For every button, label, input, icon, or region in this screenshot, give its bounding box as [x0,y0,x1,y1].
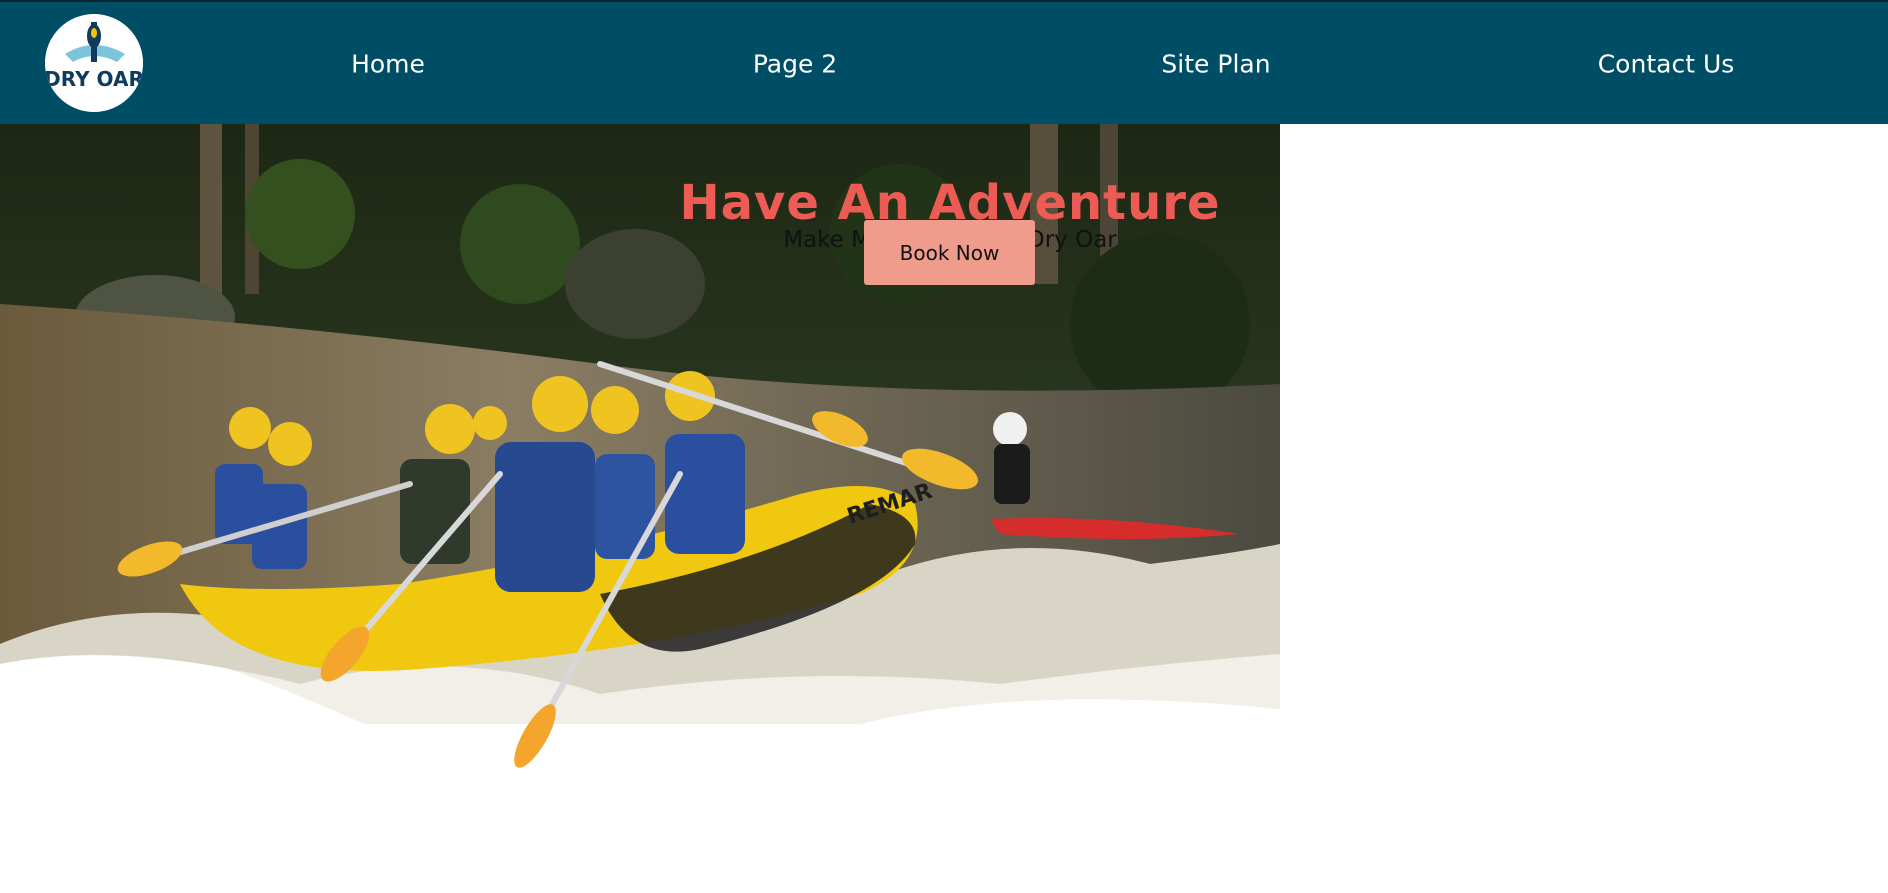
nav-home[interactable]: Home [351,50,425,79]
nav-page-2[interactable]: Page 2 [753,50,837,79]
site-header: DRY OAR Home Page 2 Site Plan Contact Us [0,0,1888,124]
nav-contact-us[interactable]: Contact Us [1598,50,1735,79]
nav-site-plan[interactable]: Site Plan [1161,50,1270,79]
site-logo[interactable]: DRY OAR [45,14,143,112]
book-now-button[interactable]: Book Now [864,220,1035,285]
svg-text:DRY OAR: DRY OAR [45,67,143,91]
paddle-logo-icon: DRY OAR [45,14,143,112]
